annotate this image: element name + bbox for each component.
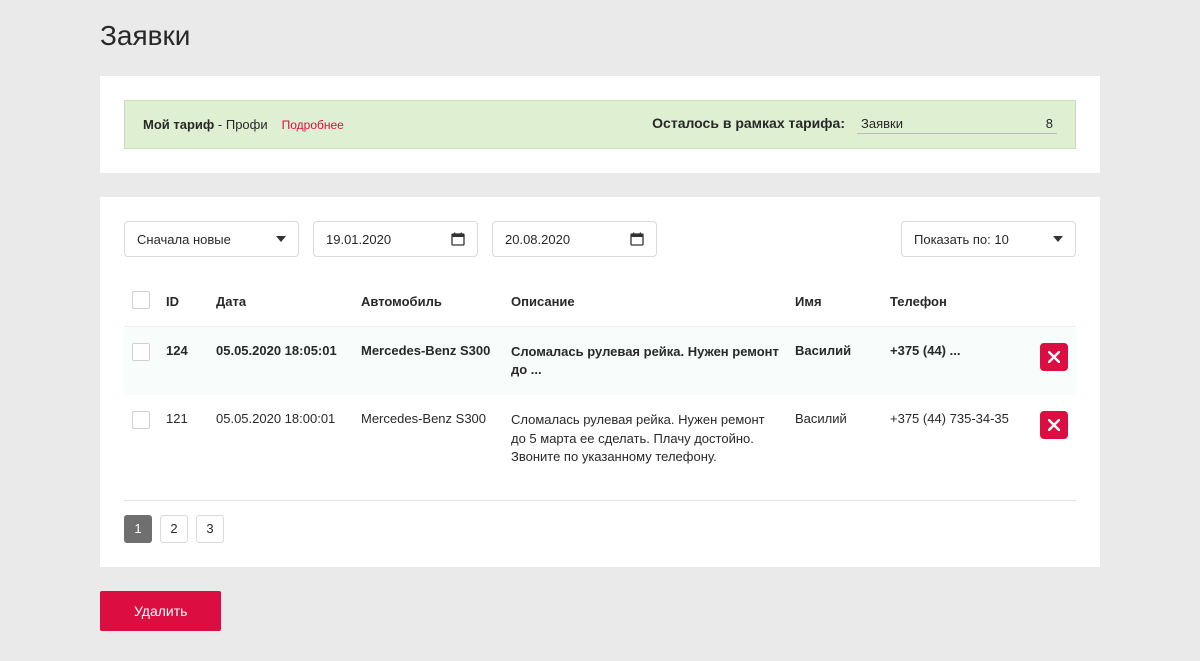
- date-from-input[interactable]: 19.01.2020: [313, 221, 478, 257]
- cell-description: Сломалась рулевая рейка. Нужен ремонт до…: [511, 411, 779, 466]
- page-title: Заявки: [100, 20, 1100, 52]
- tariff-remaining: Осталось в рамках тарифа: Заявки 8: [652, 115, 1057, 134]
- cell-description: Сломалась рулевая рейка. Нужен ремонт до…: [511, 343, 779, 379]
- date-to-input[interactable]: 20.08.2020: [492, 221, 657, 257]
- tariff-info: Мой тариф - Профи Подробнее: [143, 117, 344, 132]
- col-date: Дата: [208, 281, 353, 327]
- col-description: Описание: [503, 281, 787, 327]
- cell-phone: +375 (44) ...: [882, 327, 1032, 396]
- calendar-icon: [451, 232, 465, 246]
- date-from-value: 19.01.2020: [326, 232, 391, 247]
- remaining-label: Осталось в рамках тарифа:: [652, 115, 845, 131]
- per-page-value: Показать по: 10: [914, 232, 1009, 247]
- my-tariff-label: Мой тариф: [143, 117, 214, 132]
- filters-row: Сначала новые 19.01.2020 20.08.2020 Пока…: [124, 221, 1076, 257]
- cell-car: Mercedes-Benz S300: [353, 395, 503, 482]
- tariff-details-link[interactable]: Подробнее: [282, 118, 344, 132]
- tariff-box: Мой тариф - Профи Подробнее Осталось в р…: [124, 100, 1076, 149]
- cell-id: 124: [158, 327, 208, 396]
- row-delete-button[interactable]: [1040, 343, 1068, 371]
- col-car: Автомобиль: [353, 281, 503, 327]
- col-id: ID: [158, 281, 208, 327]
- cell-id: 121: [158, 395, 208, 482]
- close-icon: [1048, 351, 1060, 363]
- close-icon: [1048, 419, 1060, 431]
- cell-car: Mercedes-Benz S300: [353, 327, 503, 396]
- page-2[interactable]: 2: [160, 515, 188, 543]
- remaining-field-label: Заявки: [861, 116, 903, 131]
- page-3[interactable]: 3: [196, 515, 224, 543]
- per-page-select[interactable]: Показать по: 10: [901, 221, 1076, 257]
- sort-select[interactable]: Сначала новые: [124, 221, 299, 257]
- cell-date: 05.05.2020 18:00:01: [208, 395, 353, 482]
- requests-card: Сначала новые 19.01.2020 20.08.2020 Пока…: [100, 197, 1100, 567]
- pagination: 123: [124, 515, 1076, 543]
- table-row[interactable]: 12105.05.2020 18:00:01Mercedes-Benz S300…: [124, 395, 1076, 482]
- tariff-card: Мой тариф - Профи Подробнее Осталось в р…: [100, 76, 1100, 173]
- plan-name: Профи: [226, 117, 268, 132]
- date-to-value: 20.08.2020: [505, 232, 570, 247]
- cell-owner-name: Василий: [787, 395, 882, 482]
- table-row[interactable]: 12405.05.2020 18:05:01Mercedes-Benz S300…: [124, 327, 1076, 396]
- col-phone: Телефон: [882, 281, 1032, 327]
- requests-table: ID Дата Автомобиль Описание Имя Телефон …: [124, 281, 1076, 482]
- cell-date: 05.05.2020 18:05:01: [208, 327, 353, 396]
- chevron-down-icon: [276, 236, 286, 242]
- calendar-icon: [630, 232, 644, 246]
- row-checkbox[interactable]: [132, 411, 150, 429]
- select-all-checkbox[interactable]: [132, 291, 150, 309]
- cell-phone: +375 (44) 735-34-35: [882, 395, 1032, 482]
- page-1[interactable]: 1: [124, 515, 152, 543]
- row-checkbox[interactable]: [132, 343, 150, 361]
- sort-value: Сначала новые: [137, 232, 231, 247]
- delete-button[interactable]: Удалить: [100, 591, 221, 631]
- remaining-field-value: 8: [1046, 116, 1053, 131]
- cell-owner-name: Василий: [787, 327, 882, 396]
- row-delete-button[interactable]: [1040, 411, 1068, 439]
- chevron-down-icon: [1053, 236, 1063, 242]
- col-name: Имя: [787, 281, 882, 327]
